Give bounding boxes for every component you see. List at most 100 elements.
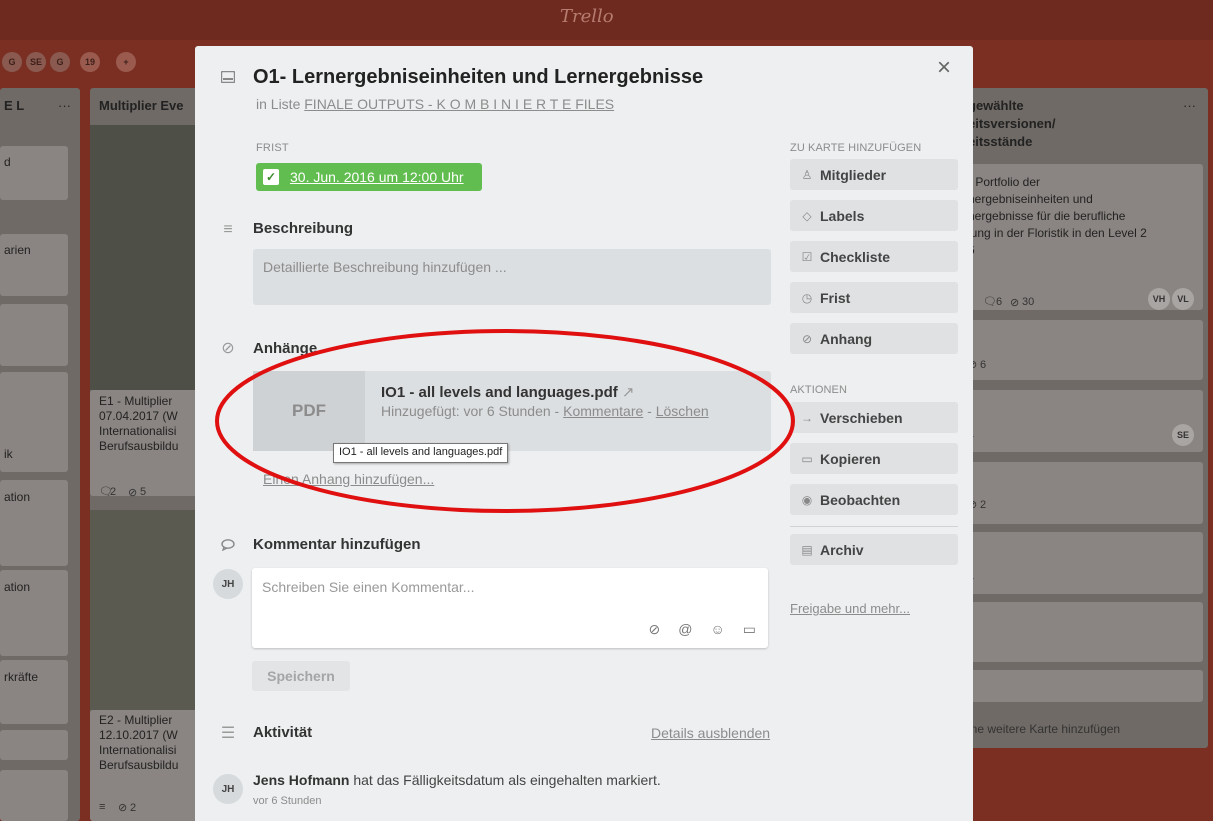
activity-action: hat das Fälligkeitsdatum als eingehalten… (353, 772, 661, 788)
member-avatar[interactable]: SE (1172, 424, 1194, 446)
avatar[interactable]: JH (213, 569, 243, 599)
card-cover-image[interactable] (90, 125, 200, 390)
attachment-count: 2 (980, 499, 987, 511)
card-text: rkräfte (4, 670, 39, 684)
paperclip-icon[interactable]: ⊘ (649, 621, 661, 638)
attachment-delete-link[interactable]: Löschen (656, 403, 709, 419)
attachment-added: Hinzugefügt: vor 6 Stunden - (381, 403, 560, 419)
attachment-meta: Hinzugefügt: vor 6 Stunden - Kommentare … (381, 403, 709, 419)
attachment-name[interactable]: IO1 - all levels and languages.pdf ↗ (381, 383, 634, 401)
person-icon: ♙ (801, 167, 813, 182)
card-text: Internationalisi (99, 424, 177, 438)
list-name-link[interactable]: FINALE OUTPUTS - K O M B I N I E R T E F… (304, 96, 614, 112)
list-card[interactable] (963, 602, 1203, 662)
invite-icon[interactable]: + (116, 52, 136, 72)
due-date-text[interactable]: 30. Jun. 2016 um 12:00 Uhr (290, 169, 464, 185)
member-avatar[interactable]: VL (1172, 288, 1194, 310)
comment-toolbar: ⊘ @ ☺ ▭ (649, 621, 756, 638)
due-label: FRIST (256, 142, 289, 154)
in-list-prefix: in Liste (256, 96, 301, 112)
card-title[interactable]: O1- Lernergebniseinheiten und Lernergebn… (253, 66, 703, 89)
list-menu-icon[interactable]: ··· (1183, 98, 1196, 113)
card-text: Internationalisi (99, 743, 177, 757)
copy-button[interactable]: ▭ Kopieren (790, 443, 958, 474)
attachment-button[interactable]: ⊘ Anhang (790, 323, 958, 354)
member-avatar[interactable]: VH (1148, 288, 1170, 310)
add-card-link[interactable]: ine weitere Karte hinzufügen (968, 722, 1120, 737)
check-icon[interactable]: ✓ (263, 169, 279, 185)
card-text: Berufsausbildu (99, 758, 179, 772)
activity-user[interactable]: Jens Hofmann (253, 772, 349, 788)
meta-separator: - (647, 403, 652, 419)
member-badge[interactable]: SE (26, 52, 46, 72)
card-text: 07.04.2017 (W (99, 409, 178, 423)
external-link-icon[interactable]: ↗ (622, 384, 635, 401)
description-icon: ≡ (99, 801, 106, 813)
activity-entry: Jens Hofmann hat das Fälligkeitsdatum al… (253, 772, 661, 788)
members-label: Mitglieder (820, 166, 887, 183)
hide-details-link[interactable]: Details ausblenden (651, 725, 770, 741)
list-card[interactable] (963, 532, 1203, 594)
attachment-tooltip: IO1 - all levels and languages.pdf (333, 443, 509, 463)
copy-label: Kopieren (820, 450, 881, 467)
save-comment-button[interactable]: Speichern (252, 661, 350, 691)
list-card[interactable] (0, 770, 68, 821)
member-badge[interactable]: G (2, 52, 22, 72)
trello-logo[interactable]: Trello (560, 6, 614, 27)
attachments-heading: Anhänge (253, 340, 318, 357)
eye-icon: ◉ (801, 492, 813, 507)
attachment-thumbnail[interactable]: PDF (253, 371, 365, 451)
checklist-label: Checkliste (820, 248, 891, 265)
close-icon[interactable]: × (937, 56, 951, 80)
list-card[interactable] (0, 730, 68, 760)
add-attachment-link[interactable]: Einen Anhang hinzufügen... (263, 471, 434, 487)
share-more-link[interactable]: Freigabe und mehr... (790, 601, 910, 616)
member-count-badge[interactable]: 19 (80, 52, 100, 72)
list-card[interactable] (963, 462, 1203, 524)
clock-icon: ◷ (801, 290, 813, 305)
attachment-item[interactable]: PDF IO1 - all levels and languages.pdf ↗… (253, 371, 771, 451)
list-card[interactable] (0, 304, 68, 366)
list-title: Multiplier Eve (99, 98, 184, 113)
description-field[interactable]: Detaillierte Beschreibung hinzufügen ... (253, 249, 771, 305)
list-card[interactable] (963, 390, 1203, 452)
list-card[interactable] (963, 670, 1203, 702)
list-card[interactable] (963, 320, 1203, 380)
emoji-icon[interactable]: ☺ (710, 621, 724, 638)
checklist-icon: ☑ (801, 249, 813, 264)
comment-icon (219, 536, 237, 554)
mention-icon[interactable]: @ (678, 621, 692, 638)
attachment-file-name[interactable]: IO1 - all levels and languages.pdf (381, 384, 618, 401)
attachment-count: 5 (140, 486, 147, 498)
comment-input[interactable]: Schreiben Sie einen Kommentar... ⊘ @ ☺ ▭ (252, 568, 768, 648)
paperclip-icon: ⊘ (801, 331, 813, 346)
attachment-count: 2 (130, 802, 137, 814)
list-title-line: gewählte (968, 98, 1024, 113)
list-title-line: eitsstände (968, 134, 1033, 149)
add-comment-heading: Kommentar hinzufügen (253, 536, 421, 553)
checklist-button[interactable]: ☑ Checkliste (790, 241, 958, 272)
due-date-badge[interactable]: ✓ 30. Jun. 2016 um 12:00 Uhr (256, 163, 482, 191)
card-link-icon[interactable]: ▭ (743, 621, 756, 638)
list-menu-icon[interactable]: ··· (58, 98, 71, 113)
card-text: hergebniseinheiten und (968, 192, 1093, 206)
tag-icon: ◇ (802, 208, 812, 223)
avatar[interactable]: JH (213, 774, 243, 804)
members-button[interactable]: ♙ Mitglieder (790, 159, 958, 190)
comment-count: 2 (110, 486, 117, 498)
attachment-comments-link[interactable]: Kommentare (563, 403, 643, 419)
move-button[interactable]: → Verschieben (790, 402, 958, 433)
activity-time[interactable]: vor 6 Stunden (253, 795, 322, 807)
list-title: E L (4, 98, 25, 113)
attachment-count-icon: ⊘ (128, 487, 138, 499)
comment-count: 6 (996, 296, 1003, 308)
member-badge[interactable]: G (50, 52, 70, 72)
card-cover-image[interactable] (90, 510, 200, 710)
comment-placeholder: Schreiben Sie einen Kommentar... (262, 579, 475, 595)
watch-button[interactable]: ◉ Beobachten (790, 484, 958, 515)
due-date-button[interactable]: ◷ Frist (790, 282, 958, 313)
due-date-label: Frist (820, 289, 851, 306)
labels-button[interactable]: ◇ Labels (790, 200, 958, 231)
activity-heading: Aktivität (253, 724, 313, 741)
archive-button[interactable]: ▤ Archiv (790, 534, 958, 565)
